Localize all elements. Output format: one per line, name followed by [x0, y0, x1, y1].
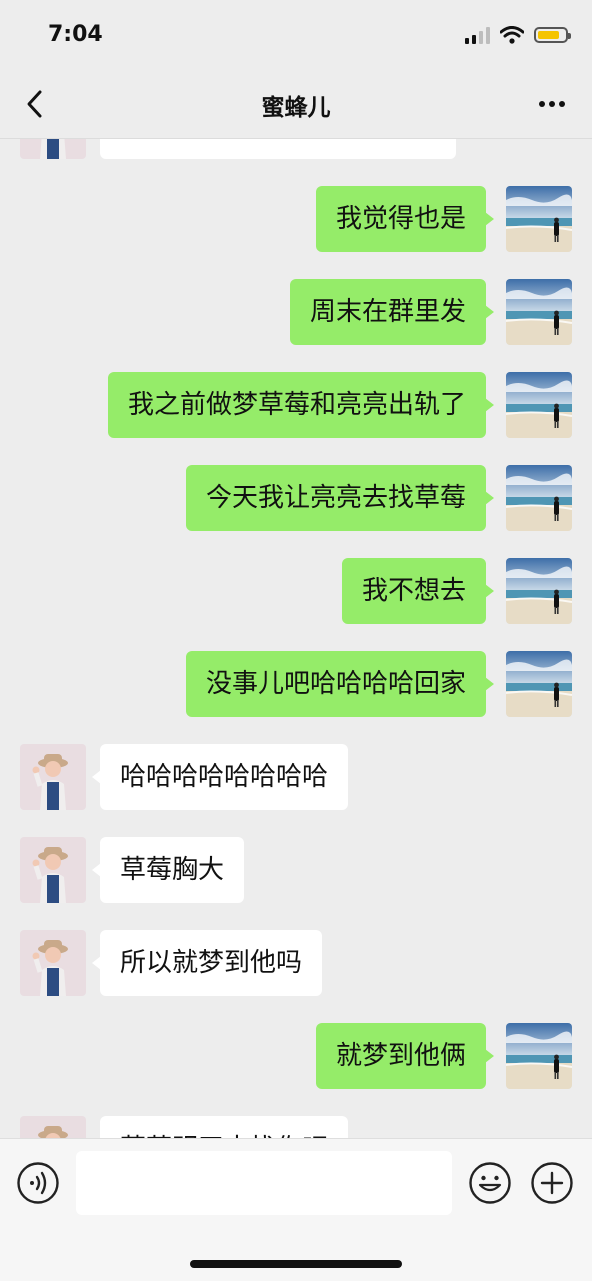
message-outgoing: 我之前做梦草莓和亮亮出轨了: [0, 372, 592, 440]
status-bar: 7:04: [0, 0, 592, 70]
message-list[interactable]: 我觉得也是周末在群里发我之前做梦草莓和亮亮出轨了今天我让亮亮去找草莓我不想去没事…: [0, 139, 592, 1138]
contact-avatar[interactable]: [20, 837, 86, 903]
plus-icon: [531, 1162, 573, 1204]
voice-icon: [17, 1162, 59, 1204]
message-bubble[interactable]: [100, 139, 456, 159]
my-avatar[interactable]: [506, 465, 572, 531]
message-outgoing: 就梦到他俩: [0, 1023, 592, 1091]
message-outgoing: 我觉得也是: [0, 186, 592, 254]
message-outgoing: 没事儿吧哈哈哈哈回家: [0, 651, 592, 719]
more-dots-icon: [539, 101, 545, 107]
message-bubble[interactable]: 所以就梦到他吗: [91, 930, 323, 996]
message-bubble[interactable]: 周末在群里发: [289, 279, 495, 345]
message-outgoing: 周末在群里发: [0, 279, 592, 347]
more-options-button[interactable]: [534, 90, 570, 118]
message-incoming: 所以就梦到他吗: [0, 930, 592, 998]
smile-icon: [469, 1162, 511, 1204]
contact-avatar[interactable]: [20, 744, 86, 810]
status-time: 7:04: [48, 22, 103, 47]
chat-title: 蜜蜂儿: [261, 95, 331, 121]
more-functions-button[interactable]: [530, 1161, 574, 1205]
message-bubble[interactable]: 草莓明天去找你吧: [100, 1116, 349, 1138]
message-bubble[interactable]: 今天我让亮亮去找草莓: [185, 465, 495, 531]
message-incoming: 草莓胸大: [0, 837, 592, 905]
wifi-icon: [500, 26, 524, 44]
message-bubble[interactable]: 草莓胸大: [91, 837, 245, 903]
cellular-signal-icon: [465, 26, 490, 44]
input-bar: [0, 1138, 592, 1281]
message-bubble[interactable]: 哈哈哈哈哈哈哈哈: [91, 744, 349, 810]
message-incoming: 草莓明天去找你吧: [0, 1116, 592, 1138]
status-icons: [465, 26, 571, 44]
message-bubble[interactable]: 就梦到他俩: [315, 1023, 495, 1089]
emoji-button[interactable]: [468, 1161, 512, 1205]
my-avatar[interactable]: [506, 372, 572, 438]
my-avatar[interactable]: [506, 1023, 572, 1089]
message-outgoing: 我不想去: [0, 558, 592, 626]
message-bubble[interactable]: 没事儿吧哈哈哈哈回家: [185, 651, 495, 717]
my-avatar[interactable]: [506, 651, 572, 717]
message-bubble[interactable]: 我不想去: [341, 558, 495, 624]
chat-header: 蜜蜂儿: [0, 70, 592, 139]
message-bubble[interactable]: 我之前做梦草莓和亮亮出轨了: [107, 372, 495, 438]
battery-icon: [534, 27, 571, 43]
contact-avatar[interactable]: [20, 139, 86, 159]
my-avatar[interactable]: [506, 186, 572, 252]
message-incoming: [0, 139, 592, 161]
home-indicator: [190, 1260, 402, 1268]
message-outgoing: 今天我让亮亮去找草莓: [0, 465, 592, 533]
contact-avatar[interactable]: [20, 1116, 86, 1138]
battery-level: [538, 31, 559, 39]
message-input[interactable]: [76, 1151, 452, 1215]
voice-input-button[interactable]: [16, 1161, 60, 1205]
message-incoming: 哈哈哈哈哈哈哈哈: [0, 744, 592, 812]
message-bubble[interactable]: 我觉得也是: [315, 186, 495, 252]
contact-avatar[interactable]: [20, 930, 86, 996]
my-avatar[interactable]: [506, 558, 572, 624]
my-avatar[interactable]: [506, 279, 572, 345]
